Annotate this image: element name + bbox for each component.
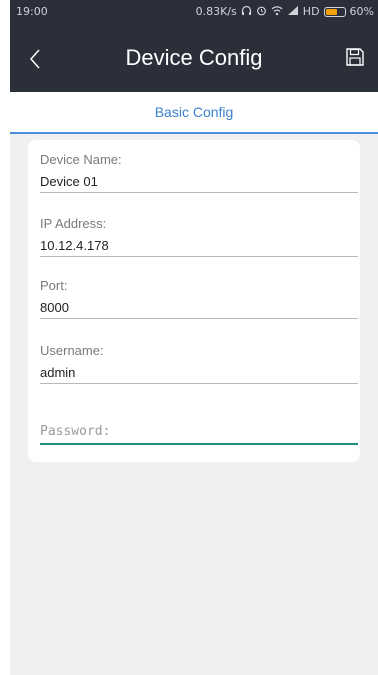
wifi-icon: [271, 5, 283, 18]
tab-bar: Basic Config: [10, 92, 378, 134]
port-input[interactable]: 8000: [40, 300, 358, 315]
app-screen: 19:00 0.83K/s HD 60% Device Config Basic…: [10, 0, 378, 675]
password-field[interactable]: Password:: [40, 424, 358, 445]
field-underline: [40, 318, 358, 319]
ip-address-label: IP Address:: [40, 216, 107, 231]
save-icon: [346, 48, 364, 66]
network-speed: 0.83K/s: [195, 5, 237, 18]
ip-address-field[interactable]: IP Address: 10.12.4.178: [40, 216, 358, 257]
config-form: Device Name: Device 01 IP Address: 10.12…: [28, 140, 360, 462]
username-input[interactable]: admin: [40, 365, 358, 380]
status-bar: 19:00 0.83K/s HD 60%: [10, 0, 378, 24]
tab-basic-config[interactable]: Basic Config: [10, 104, 378, 120]
port-label: Port:: [40, 278, 68, 293]
battery-percent: 60%: [349, 5, 374, 18]
alarm-icon: [256, 5, 267, 18]
status-icons: 0.83K/s HD 60%: [196, 5, 374, 18]
device-name-input[interactable]: Device 01: [40, 174, 358, 189]
headset-icon: [241, 5, 252, 18]
device-name-label: Device Name:: [40, 152, 122, 167]
ip-address-input[interactable]: 10.12.4.178: [40, 238, 358, 253]
password-focus-underline: [40, 443, 358, 445]
signal-icon: [287, 5, 299, 18]
field-underline: [40, 383, 358, 384]
save-button[interactable]: [344, 46, 366, 68]
status-time: 19:00: [16, 5, 48, 18]
device-name-field[interactable]: Device Name: Device 01: [40, 152, 358, 193]
username-label: Username:: [40, 343, 104, 358]
field-underline: [40, 192, 358, 193]
battery-icon: [323, 6, 346, 17]
field-underline: [40, 256, 358, 257]
username-field[interactable]: Username: admin: [40, 343, 358, 384]
page-title: Device Config: [125, 45, 263, 70]
title-bar: Device Config: [10, 24, 378, 92]
port-field[interactable]: Port: 8000: [40, 278, 358, 319]
battery-level: [325, 8, 337, 15]
password-input[interactable]: Password:: [40, 424, 358, 439]
network-type: HD: [302, 5, 320, 18]
